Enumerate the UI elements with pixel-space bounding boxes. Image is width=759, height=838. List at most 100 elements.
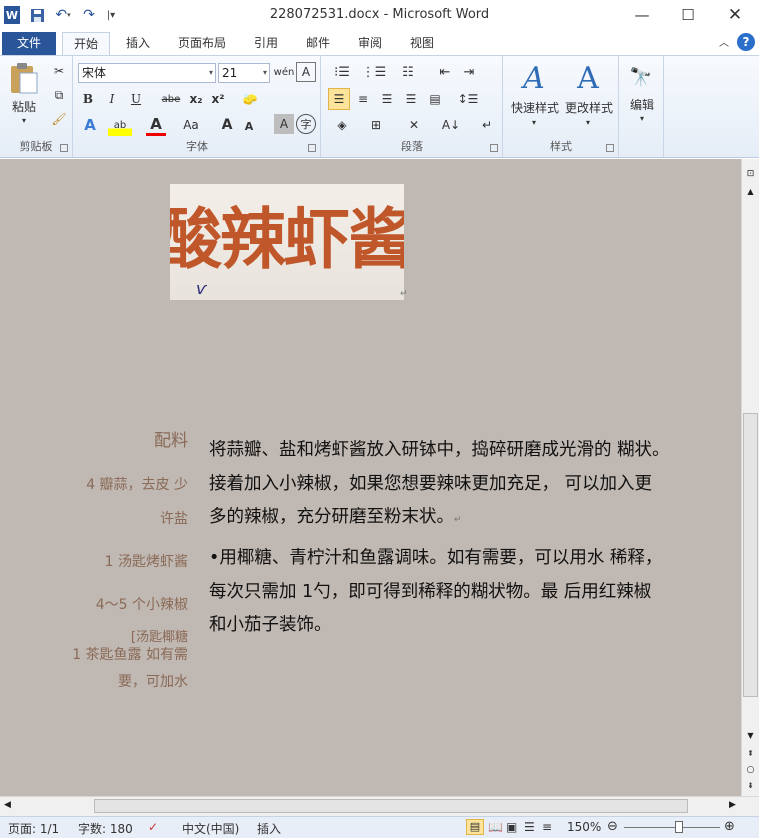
quick-styles-label[interactable]: 快速样式	[506, 99, 564, 116]
scroll-right-icon[interactable]: ▶	[729, 800, 736, 810]
outline-icon[interactable]: ☰	[524, 820, 535, 834]
shrink-font-button[interactable]: A	[240, 116, 258, 136]
multilevel-list-icon[interactable]: ☷	[394, 62, 422, 82]
instruction-paragraph-2: •用椰糖、青柠汁和鱼露调味。如有需要，可以用水 稀释， 每次只需加 1勺，即可得…	[209, 542, 699, 643]
sort-icon[interactable]: A↓	[440, 114, 462, 136]
char-border-icon[interactable]: A	[296, 62, 316, 82]
underline-button[interactable]: U	[126, 89, 146, 109]
strikethrough-button[interactable]: abe	[160, 89, 182, 109]
editing-label[interactable]: 编辑	[622, 96, 662, 113]
zoom-out-icon[interactable]: ⊖	[607, 819, 618, 834]
draft-icon[interactable]: ≡	[542, 820, 552, 834]
copy-icon[interactable]: ⧉	[50, 86, 68, 104]
ruler-toggle-icon[interactable]: ⊡	[744, 169, 757, 181]
change-styles-label[interactable]: 更改样式	[560, 99, 618, 116]
italic-button[interactable]: I	[102, 89, 122, 109]
scroll-left-icon[interactable]: ◀	[4, 800, 11, 810]
word-count[interactable]: 字数: 180	[78, 820, 133, 837]
char-shading-button[interactable]: A	[274, 114, 294, 134]
browse-object-icon[interactable]: ○	[744, 765, 757, 775]
bullets-icon[interactable]: ⁝☰	[328, 62, 356, 82]
minimize-button[interactable]: —	[620, 0, 664, 30]
clipboard-launcher-icon[interactable]	[60, 144, 68, 152]
increase-indent-icon[interactable]: ⇥	[458, 62, 480, 82]
web-layout-icon[interactable]: ▣	[506, 820, 517, 834]
chinese-layout-icon[interactable]: ✕	[400, 114, 428, 136]
tab-page-layout[interactable]: 页面布局	[170, 32, 234, 55]
horizontal-scroll-thumb[interactable]	[94, 799, 688, 813]
tab-file[interactable]: 文件	[2, 32, 56, 55]
align-left-button[interactable]: ☰	[328, 88, 350, 110]
close-button[interactable]: ✕	[713, 0, 757, 30]
vertical-scroll-thumb[interactable]	[743, 413, 758, 697]
print-layout-icon[interactable]: ▤	[466, 819, 484, 835]
tab-home[interactable]: 开始	[62, 32, 110, 55]
align-right-button[interactable]: ☰	[376, 88, 398, 110]
tab-view[interactable]: 视图	[402, 32, 442, 55]
help-icon[interactable]: ?	[737, 33, 755, 51]
font-color-icon[interactable]: A	[146, 114, 166, 136]
quick-styles-dropdown-icon[interactable]: ▾	[528, 118, 540, 127]
editing-dropdown-icon[interactable]: ▾	[636, 114, 648, 123]
enclose-char-button[interactable]: 字	[296, 114, 316, 134]
align-center-button[interactable]: ≡	[352, 88, 374, 110]
zoom-slider-track[interactable]	[624, 827, 720, 828]
maximize-button[interactable]: ☐	[666, 0, 710, 30]
paragraph-line: 将蒜瓣、盐和烤虾酱放入研钵中，捣碎研磨成光滑的 糊状。	[209, 440, 670, 460]
ribbon-tabs: 文件 开始 插入 页面布局 引用 邮件 审阅 视图 ︿ ?	[0, 30, 759, 55]
language-indicator[interactable]: 中文(中国)	[182, 820, 239, 837]
justify-button[interactable]: ☰	[400, 88, 422, 110]
scroll-down-icon[interactable]: ▼	[744, 731, 757, 740]
vertical-scrollbar[interactable]: ⊡ ▲ ▼ ⇞ ○ ⇟	[741, 159, 759, 796]
tab-references[interactable]: 引用	[246, 32, 286, 55]
full-screen-reading-icon[interactable]: 📖	[488, 820, 503, 834]
font-name-combo[interactable]: 宋体 ▾	[78, 63, 216, 83]
text-effects-icon[interactable]: A	[78, 114, 102, 136]
numbering-icon[interactable]: ⋮☰	[360, 62, 388, 82]
find-binoculars-icon[interactable]: 🔭	[626, 62, 656, 92]
bold-button[interactable]: B	[78, 89, 98, 109]
show-marks-icon[interactable]: ↵	[476, 114, 498, 136]
styles-launcher-icon[interactable]	[606, 144, 614, 152]
highlight-icon[interactable]: ab	[108, 114, 132, 136]
subscript-button[interactable]: x₂	[186, 89, 206, 109]
decrease-indent-icon[interactable]: ⇤	[434, 62, 456, 82]
scroll-up-icon[interactable]: ▲	[744, 187, 757, 196]
tab-review[interactable]: 审阅	[350, 32, 390, 55]
document-page[interactable]: 酸辣虾酱 ѵ ↵ 配料 4 瓣蒜，去皮 少 许盐 1 汤匙烤虾酱 4〜5 个小辣…	[0, 159, 741, 796]
paste-icon[interactable]	[6, 60, 42, 96]
clear-formatting-icon[interactable]: 🧽	[238, 87, 262, 111]
format-painter-icon[interactable]: 🖌	[50, 110, 68, 128]
zoom-level[interactable]: 150%	[567, 820, 601, 834]
paragraph-line: 多的辣椒，充分研磨至粉末状。	[209, 507, 454, 527]
change-styles-dropdown-icon[interactable]: ▾	[582, 118, 594, 127]
paragraph-group-label: 段落	[401, 140, 423, 153]
paragraph-launcher-icon[interactable]	[490, 144, 498, 152]
tab-mailings[interactable]: 邮件	[298, 32, 338, 55]
previous-page-icon[interactable]: ⇞	[744, 749, 757, 758]
quick-styles-icon[interactable]: A	[516, 60, 552, 96]
next-page-icon[interactable]: ⇟	[744, 781, 757, 790]
borders-icon[interactable]: ⊞	[362, 114, 390, 136]
paste-label[interactable]: 粘贴	[6, 98, 42, 115]
grow-font-button[interactable]: A	[218, 114, 236, 136]
font-launcher-icon[interactable]	[308, 144, 316, 152]
zoom-in-icon[interactable]: ⊕	[724, 819, 735, 834]
proofing-icon[interactable]: ✓	[148, 820, 158, 834]
zoom-slider-thumb[interactable]	[675, 821, 683, 833]
horizontal-scrollbar[interactable]: ◀ ▶	[0, 796, 759, 816]
phonetic-guide-icon[interactable]: wén	[274, 62, 295, 82]
font-size-combo[interactable]: 21 ▾	[218, 63, 270, 83]
cut-icon[interactable]: ✂	[50, 62, 68, 80]
superscript-button[interactable]: x²	[208, 89, 228, 109]
page-count[interactable]: 页面: 1/1	[8, 820, 59, 837]
minimize-ribbon-icon[interactable]: ︿	[716, 32, 732, 55]
change-case-button[interactable]: Aa	[178, 114, 204, 136]
insert-mode[interactable]: 插入	[257, 820, 281, 837]
line-spacing-icon[interactable]: ↕☰	[454, 88, 482, 110]
distributed-button[interactable]: ▤	[424, 88, 446, 110]
change-styles-icon[interactable]: A	[570, 60, 606, 96]
paste-dropdown-icon[interactable]: ▾	[16, 116, 32, 125]
tab-insert[interactable]: 插入	[118, 32, 158, 55]
shading-icon[interactable]: ◈	[328, 114, 356, 136]
